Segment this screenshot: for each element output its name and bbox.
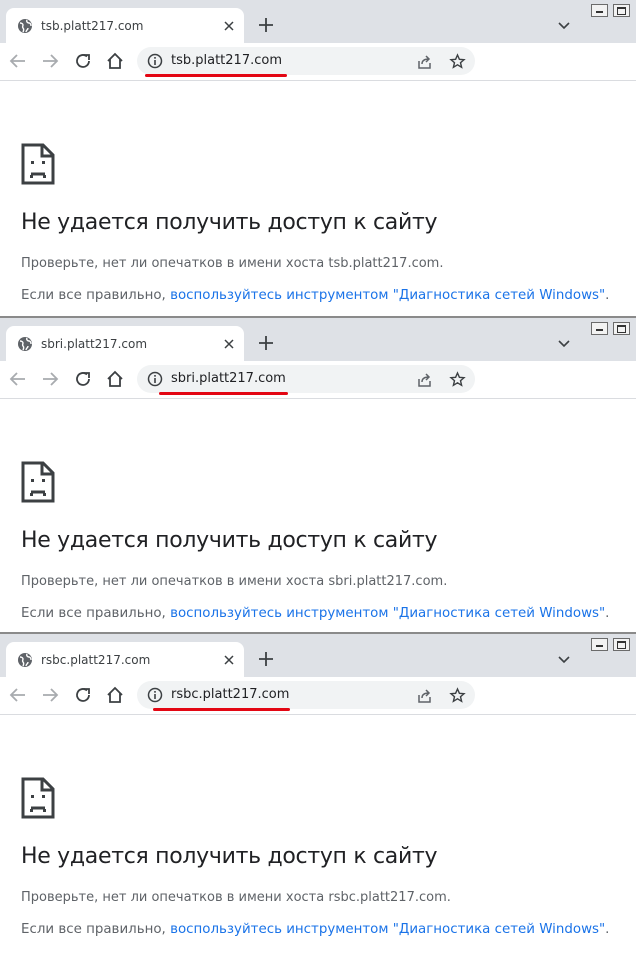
address-bar[interactable]: tsb.platt217.com <box>137 47 475 75</box>
error-suggestion: Если все правильно, воспользуйтесь инстр… <box>21 287 609 305</box>
reload-icon[interactable] <box>74 370 92 388</box>
error-suggestion: Если все правильно, воспользуйтесь инстр… <box>21 921 609 939</box>
back-arrow-icon[interactable] <box>9 686 27 704</box>
toolbar: rsbc.platt217.com <box>0 677 636 715</box>
tab-title: rsbc.platt217.com <box>41 653 151 667</box>
suggestion-suffix: . <box>605 288 610 303</box>
url-highlight-underline <box>145 74 287 77</box>
error-hint-text: Проверьте, нет ли опечатков в имени хост… <box>21 574 448 589</box>
browser-tab[interactable]: rsbc.platt217.com <box>6 642 244 678</box>
forward-arrow-icon[interactable] <box>41 52 59 70</box>
tab-strip: rsbc.platt217.com <box>0 634 636 678</box>
sad-page-icon <box>21 777 55 819</box>
tab-strip: tsb.platt217.com <box>0 0 636 44</box>
info-icon[interactable] <box>147 687 163 703</box>
share-icon[interactable] <box>416 53 433 70</box>
restore-button[interactable] <box>613 4 630 17</box>
chevron-down-icon[interactable] <box>556 652 572 668</box>
browser-tab[interactable]: sbri.platt217.com <box>6 326 244 362</box>
back-arrow-icon[interactable] <box>9 370 27 388</box>
network-diagnostics-link[interactable]: воспользуйтесь инструментом "Диагностика… <box>170 606 605 621</box>
minimize-button[interactable] <box>591 638 608 651</box>
url-highlight-underline <box>153 708 290 711</box>
globe-icon <box>18 337 32 351</box>
home-icon[interactable] <box>106 52 124 70</box>
globe-icon <box>18 653 32 667</box>
network-diagnostics-link[interactable]: воспользуйтесь инструментом "Диагностика… <box>170 922 605 937</box>
suggestion-suffix: . <box>605 606 610 621</box>
star-icon[interactable] <box>449 371 466 388</box>
share-icon[interactable] <box>416 687 433 704</box>
toolbar: sbri.platt217.com <box>0 361 636 399</box>
url-text[interactable]: tsb.platt217.com <box>171 53 282 69</box>
back-arrow-icon[interactable] <box>9 52 27 70</box>
home-icon[interactable] <box>106 370 124 388</box>
star-icon[interactable] <box>449 687 466 704</box>
error-title: Не удается получить доступ к сайту <box>21 844 438 869</box>
toolbar: tsb.platt217.com <box>0 43 636 81</box>
tab-title: tsb.platt217.com <box>41 19 144 33</box>
info-icon[interactable] <box>147 53 163 69</box>
close-tab-icon[interactable] <box>222 653 236 667</box>
minimize-button[interactable] <box>591 4 608 17</box>
forward-arrow-icon[interactable] <box>41 370 59 388</box>
restore-button[interactable] <box>613 638 630 651</box>
sad-page-icon <box>21 143 55 185</box>
suggestion-suffix: . <box>605 922 610 937</box>
browser-window-3: rsbc.platt217.com rsbc.platt217.com Не у… <box>0 634 636 953</box>
suggestion-prefix: Если все правильно, <box>21 606 166 621</box>
address-bar[interactable]: sbri.platt217.com <box>137 365 475 393</box>
minimize-button[interactable] <box>591 322 608 335</box>
tab-strip: sbri.platt217.com <box>0 318 636 362</box>
restore-button[interactable] <box>613 322 630 335</box>
star-icon[interactable] <box>449 53 466 70</box>
close-tab-icon[interactable] <box>222 337 236 351</box>
suggestion-prefix: Если все правильно, <box>21 922 166 937</box>
tab-title: sbri.platt217.com <box>41 337 148 351</box>
address-bar[interactable]: rsbc.platt217.com <box>137 681 475 709</box>
chevron-down-icon[interactable] <box>556 18 572 34</box>
error-hint-text: Проверьте, нет ли опечатков в имени хост… <box>21 890 451 905</box>
new-tab-icon[interactable] <box>257 16 275 34</box>
url-text[interactable]: sbri.platt217.com <box>171 371 286 387</box>
home-icon[interactable] <box>106 686 124 704</box>
url-text[interactable]: rsbc.platt217.com <box>171 687 289 703</box>
error-title: Не удается получить доступ к сайту <box>21 528 438 553</box>
browser-window-1: tsb.platt217.com tsb.platt217.com Не уда… <box>0 0 636 316</box>
share-icon[interactable] <box>416 371 433 388</box>
browser-tab[interactable]: tsb.platt217.com <box>6 8 244 44</box>
error-title: Не удается получить доступ к сайту <box>21 210 438 235</box>
forward-arrow-icon[interactable] <box>41 686 59 704</box>
reload-icon[interactable] <box>74 52 92 70</box>
suggestion-prefix: Если все правильно, <box>21 288 166 303</box>
globe-icon <box>18 19 32 33</box>
chevron-down-icon[interactable] <box>556 336 572 352</box>
browser-window-2: sbri.platt217.com sbri.platt217.com Не у… <box>0 318 636 632</box>
error-hint-text: Проверьте, нет ли опечатков в имени хост… <box>21 256 444 271</box>
sad-page-icon <box>21 461 55 503</box>
new-tab-icon[interactable] <box>257 650 275 668</box>
url-highlight-underline <box>159 392 288 395</box>
new-tab-icon[interactable] <box>257 334 275 352</box>
info-icon[interactable] <box>147 371 163 387</box>
network-diagnostics-link[interactable]: воспользуйтесь инструментом "Диагностика… <box>170 288 605 303</box>
close-tab-icon[interactable] <box>222 19 236 33</box>
error-suggestion: Если все правильно, воспользуйтесь инстр… <box>21 605 609 623</box>
reload-icon[interactable] <box>74 686 92 704</box>
